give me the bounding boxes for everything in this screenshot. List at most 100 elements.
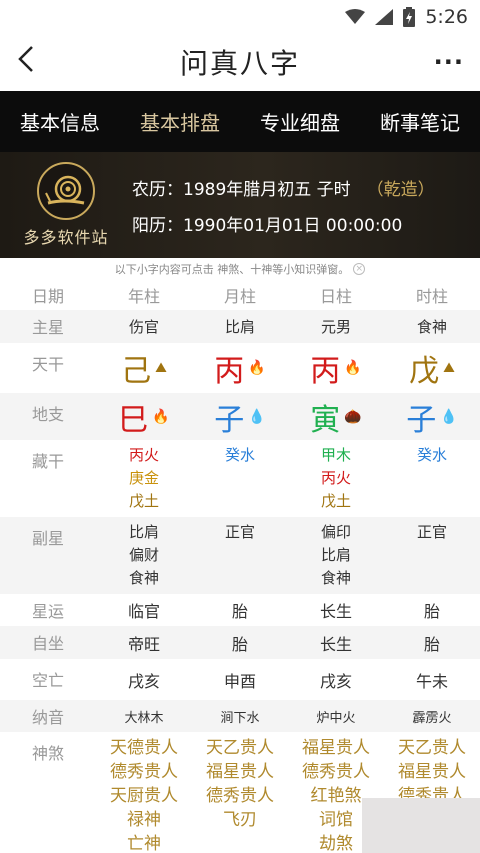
sub-star: 偏印 xyxy=(320,523,351,541)
table-cell[interactable]: 长生 xyxy=(288,594,384,626)
table-cell[interactable]: 子 💧 xyxy=(384,393,480,440)
table-cell[interactable]: 临官 xyxy=(96,594,192,626)
table-cell[interactable]: 癸水 xyxy=(192,440,288,517)
status-bar: 5:26 xyxy=(0,0,480,33)
row-label: 副星 xyxy=(0,517,96,594)
table-cell[interactable]: 己 ⛰ xyxy=(96,343,192,393)
table-cell[interactable]: 胎 xyxy=(384,594,480,626)
table-cell[interactable]: 比肩 偏财 食神 xyxy=(96,517,192,594)
row-label: 藏干 xyxy=(31,452,64,471)
table-row: 天干 己 ⛰ 丙 🔥 丙 🔥 戊 ⛰ xyxy=(0,343,480,393)
sub-star: 比肩 xyxy=(128,523,159,541)
header-month: 月柱 xyxy=(223,287,256,306)
shensha-item[interactable]: 福星贵人 xyxy=(302,736,370,760)
tab-basic-info[interactable]: 基本信息 xyxy=(12,107,108,136)
stem-char: 戊 xyxy=(409,354,440,389)
table-cell[interactable]: 长生 xyxy=(288,626,384,659)
shensha-item[interactable]: 德秀贵人 xyxy=(110,760,178,784)
table-cell[interactable]: 比肩 xyxy=(192,310,288,343)
table-cell[interactable]: 子 💧 xyxy=(192,393,288,440)
shensha-item[interactable]: 劫煞 xyxy=(319,832,353,853)
table-row: 自坐 帝旺 胎 长生 胎 xyxy=(0,626,480,659)
header-year: 年柱 xyxy=(127,287,160,306)
table-cell[interactable]: 胎 xyxy=(192,626,288,659)
shensha-item[interactable]: 天厨贵人 xyxy=(110,784,178,808)
shensha-item[interactable]: 词馆 xyxy=(319,808,353,832)
hidden-stem: 甲木 xyxy=(320,446,351,464)
row-label: 自坐 xyxy=(0,626,96,659)
table-cell[interactable]: 戌亥 xyxy=(96,659,192,700)
close-icon[interactable]: × xyxy=(353,263,366,275)
table-cell[interactable]: 胎 xyxy=(384,626,480,659)
hidden-stem: 戊土 xyxy=(320,492,351,510)
table-cell[interactable]: 丙火 庚金 戊土 xyxy=(96,440,192,517)
brand-name: 多多软件站 xyxy=(23,228,109,247)
table-cell[interactable]: 寅 🌰 xyxy=(288,393,384,440)
table-cell[interactable]: 丙 🔥 xyxy=(288,343,384,393)
shensha-item[interactable]: 德秀贵人 xyxy=(302,760,370,784)
table-cell[interactable]: 正官 xyxy=(192,517,288,594)
row-label: 主星 xyxy=(0,310,96,343)
table-cell[interactable]: 天德贵人 德秀贵人 天厨贵人 禄神 亡神 xyxy=(96,732,192,853)
tab-pro-detail[interactable]: 专业细盘 xyxy=(252,107,348,136)
shensha-item[interactable]: 福星贵人 xyxy=(206,760,274,784)
gender-tag[interactable]: （乾造） xyxy=(367,175,435,200)
table-row: 纳音 大林木 涧下水 炉中火 霹雳火 xyxy=(0,700,480,732)
row-label: 神煞 xyxy=(31,744,64,763)
table-cell[interactable]: 伤官 xyxy=(96,310,192,343)
signal-icon xyxy=(375,8,394,25)
table-cell[interactable]: 申酉 xyxy=(192,659,288,700)
table-cell[interactable]: 戊 ⛰ xyxy=(384,343,480,393)
shensha-item[interactable]: 福星贵人 xyxy=(398,760,466,784)
shensha-item[interactable]: 亡神 xyxy=(127,832,161,853)
earth-icon: ⛰ xyxy=(443,360,455,376)
shensha-item[interactable]: 天乙贵人 xyxy=(206,736,274,760)
hidden-stem: 丙火 xyxy=(320,469,351,487)
shensha-item[interactable]: 禄神 xyxy=(127,808,161,832)
table-cell[interactable]: 巳 🔥 xyxy=(96,393,192,440)
tab-basic-chart[interactable]: 基本排盘 xyxy=(132,107,228,136)
shensha-item[interactable]: 飞刃 xyxy=(223,808,257,832)
table-cell[interactable]: 霹雳火 xyxy=(384,700,480,732)
table-cell[interactable]: 癸水 xyxy=(384,440,480,517)
hidden-stem: 丙火 xyxy=(128,446,159,464)
corner-overlay xyxy=(362,798,480,853)
sub-star: 偏财 xyxy=(128,546,159,564)
hidden-stem: 戊土 xyxy=(128,492,159,510)
wood-icon: 🌰 xyxy=(344,408,362,425)
shensha-item[interactable]: 红艳煞 xyxy=(311,784,362,808)
table-cell[interactable]: 帝旺 xyxy=(96,626,192,659)
sub-star: 食神 xyxy=(128,569,159,587)
branch-char: 子 xyxy=(214,402,245,438)
app-bar: 问真八字 ··· xyxy=(0,33,480,91)
bazi-table: 日期 年柱 月柱 日柱 时柱 主星 伤官 比肩 元男 食神 天干 己 ⛰ 丙 🔥 丙… xyxy=(0,280,480,853)
back-icon[interactable] xyxy=(16,44,56,80)
table-cell[interactable]: 戌亥 xyxy=(288,659,384,700)
wifi-icon xyxy=(345,8,366,25)
table-cell[interactable]: 午未 xyxy=(384,659,480,700)
table-cell[interactable]: 偏印 比肩 食神 xyxy=(288,517,384,594)
tab-notes[interactable]: 断事笔记 xyxy=(372,107,468,136)
shensha-item[interactable]: 德秀贵人 xyxy=(206,784,274,808)
table-cell[interactable]: 天乙贵人 福星贵人 德秀贵人 飞刃 xyxy=(192,732,288,853)
brand-logo-wrap: 多多软件站 xyxy=(18,162,114,248)
snail-logo-icon xyxy=(37,162,95,220)
branch-char: 巳 xyxy=(118,402,149,438)
sub-star: 食神 xyxy=(320,569,351,587)
table-cell[interactable]: 正官 xyxy=(384,517,480,594)
table-cell[interactable]: 甲木 丙火 戊土 xyxy=(288,440,384,517)
table-row: 副星 比肩 偏财 食神 正官 偏印 比肩 食神 正官 xyxy=(0,517,480,594)
header-date: 日期 xyxy=(31,287,64,306)
hidden-stem: 癸水 xyxy=(224,446,255,464)
table-cell[interactable]: 元男 xyxy=(288,310,384,343)
table-cell[interactable]: 胎 xyxy=(192,594,288,626)
shensha-item[interactable]: 天乙贵人 xyxy=(398,736,466,760)
table-cell[interactable]: 炉中火 xyxy=(288,700,384,732)
more-icon[interactable]: ··· xyxy=(424,48,464,76)
shensha-item[interactable]: 天德贵人 xyxy=(110,736,178,760)
table-cell[interactable]: 丙 🔥 xyxy=(192,343,288,393)
table-cell[interactable]: 大林木 xyxy=(96,700,192,732)
table-cell[interactable]: 涧下水 xyxy=(192,700,288,732)
fire-icon: 🔥 xyxy=(248,360,266,376)
table-cell[interactable]: 食神 xyxy=(384,310,480,343)
